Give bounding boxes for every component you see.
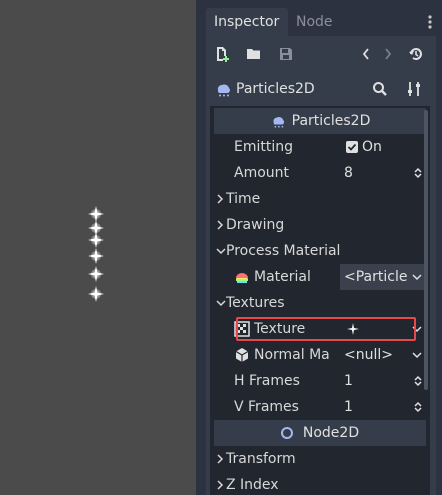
save-button[interactable] (276, 44, 296, 64)
section-label: Drawing (226, 217, 285, 233)
search-button[interactable] (370, 79, 390, 99)
v-frames-spinbox[interactable]: 1 (340, 394, 426, 420)
inspector-toolbar (206, 36, 436, 72)
scrollbar[interactable] (424, 110, 428, 390)
chevron-right-icon (217, 220, 224, 230)
settings-icon (408, 82, 420, 96)
normal-map-icon (235, 348, 249, 362)
save-icon (280, 48, 292, 60)
category-title: Particles2D (291, 113, 371, 129)
object-name[interactable]: Particles2D (236, 72, 315, 106)
spinner-arrows-icon[interactable] (414, 167, 422, 179)
category-header-particles2d: Particles2D (214, 108, 426, 134)
category-header-node2d: Node2D (214, 420, 426, 446)
inspector-panel: Particles2D Particles2D Emitting On Amou… (206, 36, 436, 495)
section-z-index[interactable]: Z Index (214, 472, 426, 495)
property-material: Material <Particle (214, 264, 426, 290)
resource-value: <Particle (344, 269, 408, 285)
section-process-material[interactable]: Process Material (214, 238, 426, 264)
material-resource-picker[interactable]: <Particle (340, 264, 426, 290)
spinbox-value: 1 (344, 373, 353, 389)
open-icon (247, 49, 260, 59)
texture-highlight (236, 317, 416, 341)
dock-tabs: Inspector Node (206, 8, 436, 36)
property-label: Material (254, 269, 311, 285)
material-icon (236, 273, 248, 283)
prev-icon (362, 48, 369, 60)
section-label: Z Index (226, 477, 279, 493)
section-label: Time (226, 191, 261, 207)
normal-map-resource-picker[interactable]: <null> (340, 342, 426, 368)
section-drawing[interactable]: Drawing (214, 212, 426, 238)
chevron-down-icon[interactable] (412, 351, 422, 359)
spinbox-value: 8 (344, 165, 353, 181)
new-resource-icon (217, 47, 229, 62)
chevron-right-icon (217, 454, 224, 464)
property-label: V Frames (234, 399, 299, 415)
viewport-2d[interactable] (0, 0, 196, 495)
search-icon (373, 82, 387, 96)
object-settings-button[interactable] (404, 79, 424, 99)
section-textures[interactable]: Textures (214, 290, 426, 316)
property-label: Amount (234, 165, 290, 181)
section-time[interactable]: Time (214, 186, 426, 212)
object-bar: Particles2D (206, 72, 436, 106)
history-button[interactable] (406, 44, 426, 64)
h-frames-spinbox[interactable]: 1 (340, 368, 426, 394)
property-label: Normal Ma (254, 347, 330, 363)
particles-preview (78, 196, 114, 312)
particles-icon (217, 84, 230, 97)
property-normal-map: Normal Ma <null> (214, 342, 426, 368)
chevron-down-icon (216, 300, 226, 307)
open-button[interactable] (244, 44, 264, 64)
amount-spinbox[interactable]: 8 (340, 160, 426, 186)
forward-button[interactable] (378, 44, 398, 64)
emitting-checkbox[interactable]: On (340, 134, 426, 160)
category-title: Node2D (302, 425, 360, 441)
spark-icon (88, 286, 104, 302)
chevron-down-icon (216, 248, 226, 255)
property-texture: Texture (214, 316, 426, 342)
more-options-icon[interactable] (426, 14, 434, 30)
section-label: Transform (226, 451, 296, 467)
tab-inspector[interactable]: Inspector (206, 8, 288, 36)
section-transform[interactable]: Transform (214, 446, 426, 472)
back-button[interactable] (356, 44, 376, 64)
tab-node[interactable]: Node (288, 8, 348, 36)
chevron-right-icon (217, 480, 224, 490)
inspector-dock: Inspector Node Particles2D Particles2D E… (200, 0, 442, 495)
spinner-arrows-icon[interactable] (414, 375, 422, 387)
property-label: H Frames (234, 373, 300, 389)
property-list[interactable]: Particles2D Emitting On Amount 8 Time Dr… (210, 106, 430, 495)
section-label: Textures (226, 295, 285, 311)
history-icon (409, 48, 422, 60)
new-resource-button[interactable] (212, 44, 232, 64)
next-icon (385, 48, 392, 60)
property-emitting: Emitting On (214, 134, 426, 160)
resource-value: <null> (344, 347, 393, 363)
checkbox-label: On (362, 139, 382, 155)
property-label: Emitting (234, 139, 294, 155)
checkbox-checked-icon (346, 141, 358, 153)
chevron-right-icon (217, 194, 224, 204)
spinbox-value: 1 (344, 399, 353, 415)
property-h-frames: H Frames 1 (214, 368, 426, 394)
spinner-arrows-icon[interactable] (414, 401, 422, 413)
property-amount: Amount 8 (214, 160, 426, 186)
chevron-down-icon[interactable] (412, 273, 422, 281)
property-v-frames: V Frames 1 (214, 394, 426, 420)
section-label: Process Material (226, 243, 341, 259)
